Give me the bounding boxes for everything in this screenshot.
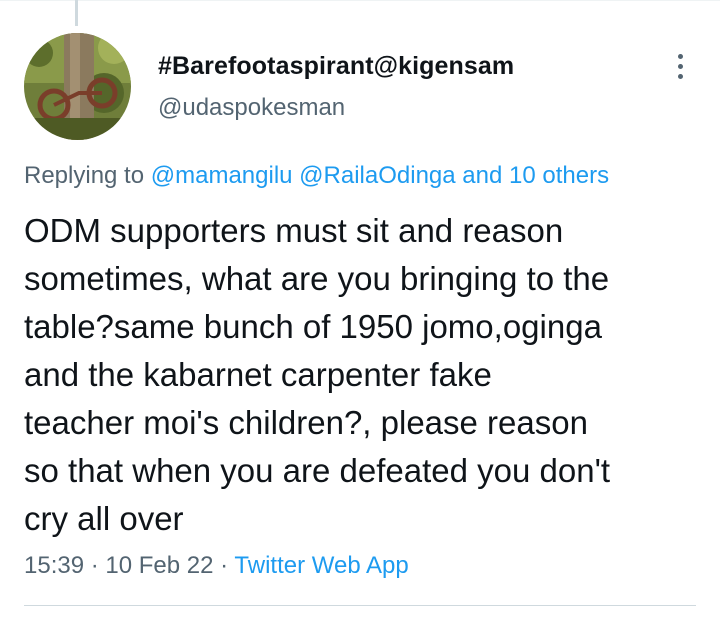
thread-connector-line <box>75 0 78 26</box>
replying-to-line: Replying to @mamangilu @RailaOdinga and … <box>24 162 609 190</box>
meta-separator: · <box>220 552 229 579</box>
author-display-name[interactable]: #Barefootaspirant@kigensam <box>158 52 514 81</box>
bottom-divider <box>24 605 696 606</box>
avatar-image <box>24 33 131 140</box>
tweet-meta: 15:39 · 10 Feb 22 · Twitter Web App <box>24 552 409 580</box>
avatar[interactable] <box>24 33 131 140</box>
mention-link[interactable]: @mamangilu <box>151 162 293 189</box>
author-handle[interactable]: @udaspokesman <box>158 94 345 122</box>
mention-link[interactable]: @RailaOdinga <box>299 162 455 189</box>
tweet-text: ODM supporters must sit and reason somet… <box>24 212 611 537</box>
more-options-icon <box>677 53 683 59</box>
more-options-icon-dot <box>677 73 683 79</box>
tweet-source-link[interactable]: Twitter Web App <box>234 552 408 579</box>
tweet-date[interactable]: 10 Feb 22 <box>105 552 213 579</box>
others-link[interactable]: and 10 others <box>462 162 609 189</box>
top-border <box>0 0 720 1</box>
replying-to-label: Replying to <box>24 162 145 189</box>
meta-separator: · <box>90 552 99 579</box>
more-options-icon-dot <box>677 63 683 69</box>
tweet-time[interactable]: 15:39 <box>24 552 84 579</box>
more-options-button[interactable] <box>664 48 696 84</box>
